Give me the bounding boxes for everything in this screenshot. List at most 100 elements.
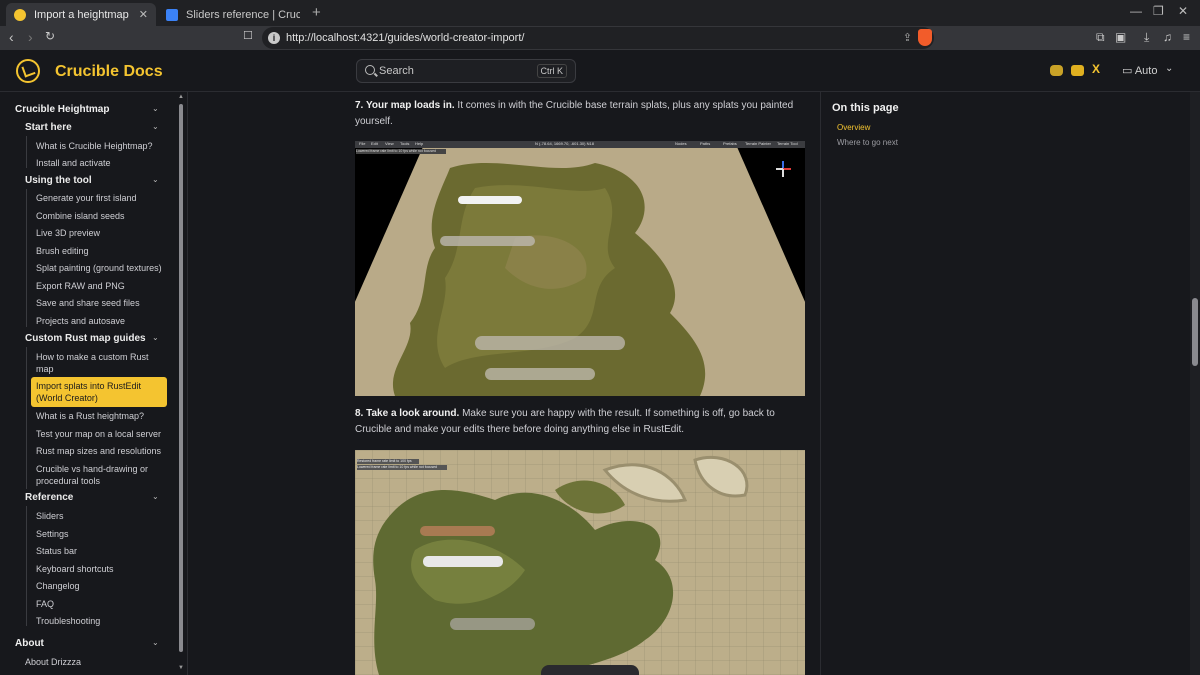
restore-icon[interactable]: ❐ [1153,4,1164,18]
theme-select[interactable]: ▭ Auto [1122,64,1157,77]
scroll-up-icon[interactable]: ▲ [178,94,184,100]
media-icon[interactable]: ♫ [1163,30,1172,44]
close-window-icon[interactable]: ✕ [1178,4,1188,18]
minimize-icon[interactable]: — [1130,4,1142,18]
sidebar-item-install[interactable]: Install and activate [36,157,111,169]
search-button[interactable]: Search Ctrl K [356,59,576,83]
sidebar-item-save[interactable]: Save and share seed files [36,297,140,309]
sidebar-item-status-bar[interactable]: Status bar [36,545,77,557]
sidebar-group-start-here[interactable]: Start here [25,122,72,134]
bookmark-icon[interactable]: ☐ [243,29,253,42]
rustedit-menu-tools: Tools [400,141,410,146]
main-content: 7. Your map loads in. It comes in with t… [188,92,820,675]
sidebar-item-combine[interactable]: Combine island seeds [36,210,125,222]
sidebar-item-settings[interactable]: Settings [36,528,69,540]
crucible-logo-icon[interactable] [16,59,40,83]
menu-icon[interactable]: ≡ [1183,30,1190,44]
brave-shields-icon[interactable] [918,29,932,46]
url-text: http://localhost:4321/guides/world-creat… [286,32,525,44]
step-7-heading: 7. Your map loads in. [355,100,455,111]
site-info-icon[interactable]: i [268,32,280,44]
sidebar-item-test-local-server[interactable]: Test your map on a local server [36,428,161,440]
sidebar-item-live3d[interactable]: Live 3D preview [36,227,100,239]
discord-icon[interactable] [1050,65,1063,76]
chevron-down-icon[interactable]: ⌄ [152,638,159,647]
chevron-down-icon[interactable]: ⌄ [152,104,159,113]
sidebar-scrollbar[interactable]: ▲ ▼ [178,92,184,675]
sidebar-item-changelog[interactable]: Changelog [36,580,80,592]
reload-icon[interactable]: ↻ [45,29,55,43]
toc-link-where-to-go-next[interactable]: Where to go next [837,138,898,147]
tab-title: Import a heightmap and splats i [34,8,131,21]
scroll-down-icon[interactable]: ▼ [178,665,184,671]
address-bar[interactable]: i http://localhost:4321/guides/world-cre… [262,27,934,49]
sidebar-item-keyboard-shortcuts[interactable]: Keyboard shortcuts [36,563,114,575]
page-scrollbar-thumb[interactable] [1192,298,1198,366]
sidebar-group-reference[interactable]: Reference [25,492,73,504]
sidebar-item-generate[interactable]: Generate your first island [36,192,137,204]
terrain-island-graphic [392,163,706,396]
extensions-icon[interactable]: ⧉ [1096,30,1105,45]
sidebar-item-rust-heightmap[interactable]: What is a Rust heightmap? [36,410,144,422]
sidebar-item-splat[interactable]: Splat painting (ground textures) [36,262,162,274]
rustedit-menu-paths: Paths [700,141,711,146]
sidebar-item-custom-map[interactable]: map [36,363,54,375]
tab-import-heightmap[interactable]: Import a heightmap and splats i ✕ [6,3,156,26]
sidebar-item-what-is[interactable]: What is Crucible Heightmap? [36,140,153,152]
sidebar-item-crucible-vs[interactable]: Crucible vs hand-drawing or [36,463,148,475]
sidebar-item-about-drizzza[interactable]: About Drizzza [25,656,81,668]
sidebar-section-about[interactable]: About [15,638,44,650]
browser-tab-bar: Import a heightmap and splats i ✕ Slider… [0,0,1200,26]
close-tab-icon[interactable]: ✕ [139,8,148,21]
terrain-3d-view [355,148,805,396]
rustedit-menu-help: Help [415,141,424,146]
tree-line [26,189,27,327]
sidebar-item-sliders[interactable]: Sliders [36,510,64,522]
sidebar-nav: Crucible Heightmap ⌄ Start here ⌄ What i… [0,92,188,675]
rustedit-menu-terrain-painter: Terrain Painter [745,141,772,146]
sidebar-item-projects[interactable]: Projects and autosave [36,315,125,327]
rustedit-fps-note: Lowered frame rate limit to 10 fps while… [356,149,446,154]
site-title[interactable]: Crucible Docs [55,63,163,81]
youtube-icon[interactable] [1071,65,1084,76]
rustedit-menu-prefabs: Prefabs [723,141,737,146]
terrain-topdown-graphic [355,450,805,675]
rustedit-menu-nodes: Nodes [675,141,687,146]
chevron-down-icon[interactable]: ⌄ [152,175,159,184]
sidebar-item-troubleshooting[interactable]: Troubleshooting [36,615,100,627]
sidebar-item-custom-map[interactable]: How to make a custom Rust [36,351,149,363]
sidebar-item-crucible-vs[interactable]: procedural tools [36,475,100,487]
sidebar-item-export[interactable]: Export RAW and PNG [36,280,125,292]
scrollbar-thumb[interactable] [179,104,183,652]
sidebar-section-crucible-heightmap[interactable]: Crucible Heightmap [15,104,109,116]
x-twitter-icon[interactable]: X [1092,62,1105,76]
toc-link-overview[interactable]: Overview [837,123,870,132]
rustedit-menu-view: View [385,141,394,146]
forward-icon[interactable]: › [28,29,33,45]
back-icon[interactable]: ‹ [9,29,14,45]
sidebar-group-using-the-tool[interactable]: Using the tool [25,175,92,187]
new-tab-icon[interactable]: + [312,4,321,21]
sidebar-item-faq[interactable]: FAQ [36,598,54,610]
sidebar-item-map-sizes[interactable]: Rust map sizes and resolutions [36,445,161,457]
page-scrollbar[interactable] [1190,92,1200,675]
theme-label: Auto [1134,65,1158,77]
tab-title: Sliders reference | Crucible Docs - Bra [186,8,300,21]
sidebar-item-brush[interactable]: Brush editing [36,245,89,257]
share-icon[interactable]: ⇪ [903,31,912,44]
chevron-down-icon[interactable]: ⌄ [152,492,159,501]
search-shortcut: Ctrl K [536,64,567,78]
rustedit-3d-screenshot: File Edit View Tools Help N (-78.64, 166… [355,141,805,396]
chevron-down-icon[interactable]: ⌄ [152,333,159,342]
rustedit-coords: N (-78.64, 1669.70, -601.30) N18 [535,141,594,146]
axis-gizmo-icon [776,161,791,177]
chevron-down-icon[interactable]: ⌄ [152,122,159,131]
tab-sliders-reference[interactable]: Sliders reference | Crucible Docs - Bra [158,3,308,26]
step-8-paragraph: 8. Take a look around. Make sure you are… [355,406,810,438]
step-7-paragraph: 7. Your map loads in. It comes in with t… [355,98,810,130]
downloads-icon[interactable]: ⤓ [1144,30,1149,45]
chevron-down-icon[interactable]: ⌄ [1165,63,1173,74]
wallet-icon[interactable]: ▣ [1115,30,1126,44]
rustedit-menu-edit: Edit [371,141,378,146]
sidebar-group-custom-rust-map-guides[interactable]: Custom Rust map guides [25,333,146,345]
